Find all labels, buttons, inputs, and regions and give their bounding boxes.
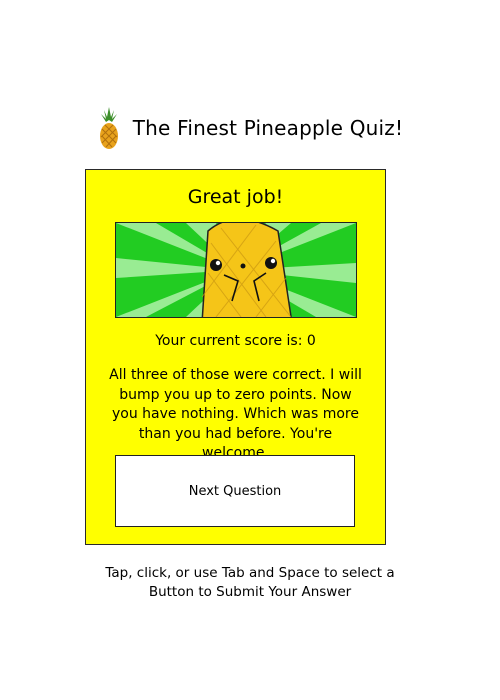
pineapple-character-icon (116, 223, 356, 317)
page-title: The Finest Pineapple Quiz! (132, 116, 404, 140)
result-heading: Great job! (187, 186, 284, 208)
next-question-button[interactable]: Next Question (115, 455, 355, 527)
instructions-line-1: Tap, click, or use Tab and Space to sele… (105, 565, 395, 581)
pineapple-icon (99, 107, 118, 149)
quiz-card: Great job! Your current score is: 0 All … (85, 169, 386, 545)
page-header: The Finest Pineapple Quiz! (0, 104, 500, 152)
instructions: Tap, click, or use Tab and Space to sele… (0, 564, 500, 602)
result-message: All three of those were correct. I will … (109, 367, 362, 461)
instructions-line-2: Button to Submit Your Answer (148, 584, 352, 600)
score-line: Your current score is: 0 (155, 333, 316, 349)
result-image (115, 222, 357, 318)
